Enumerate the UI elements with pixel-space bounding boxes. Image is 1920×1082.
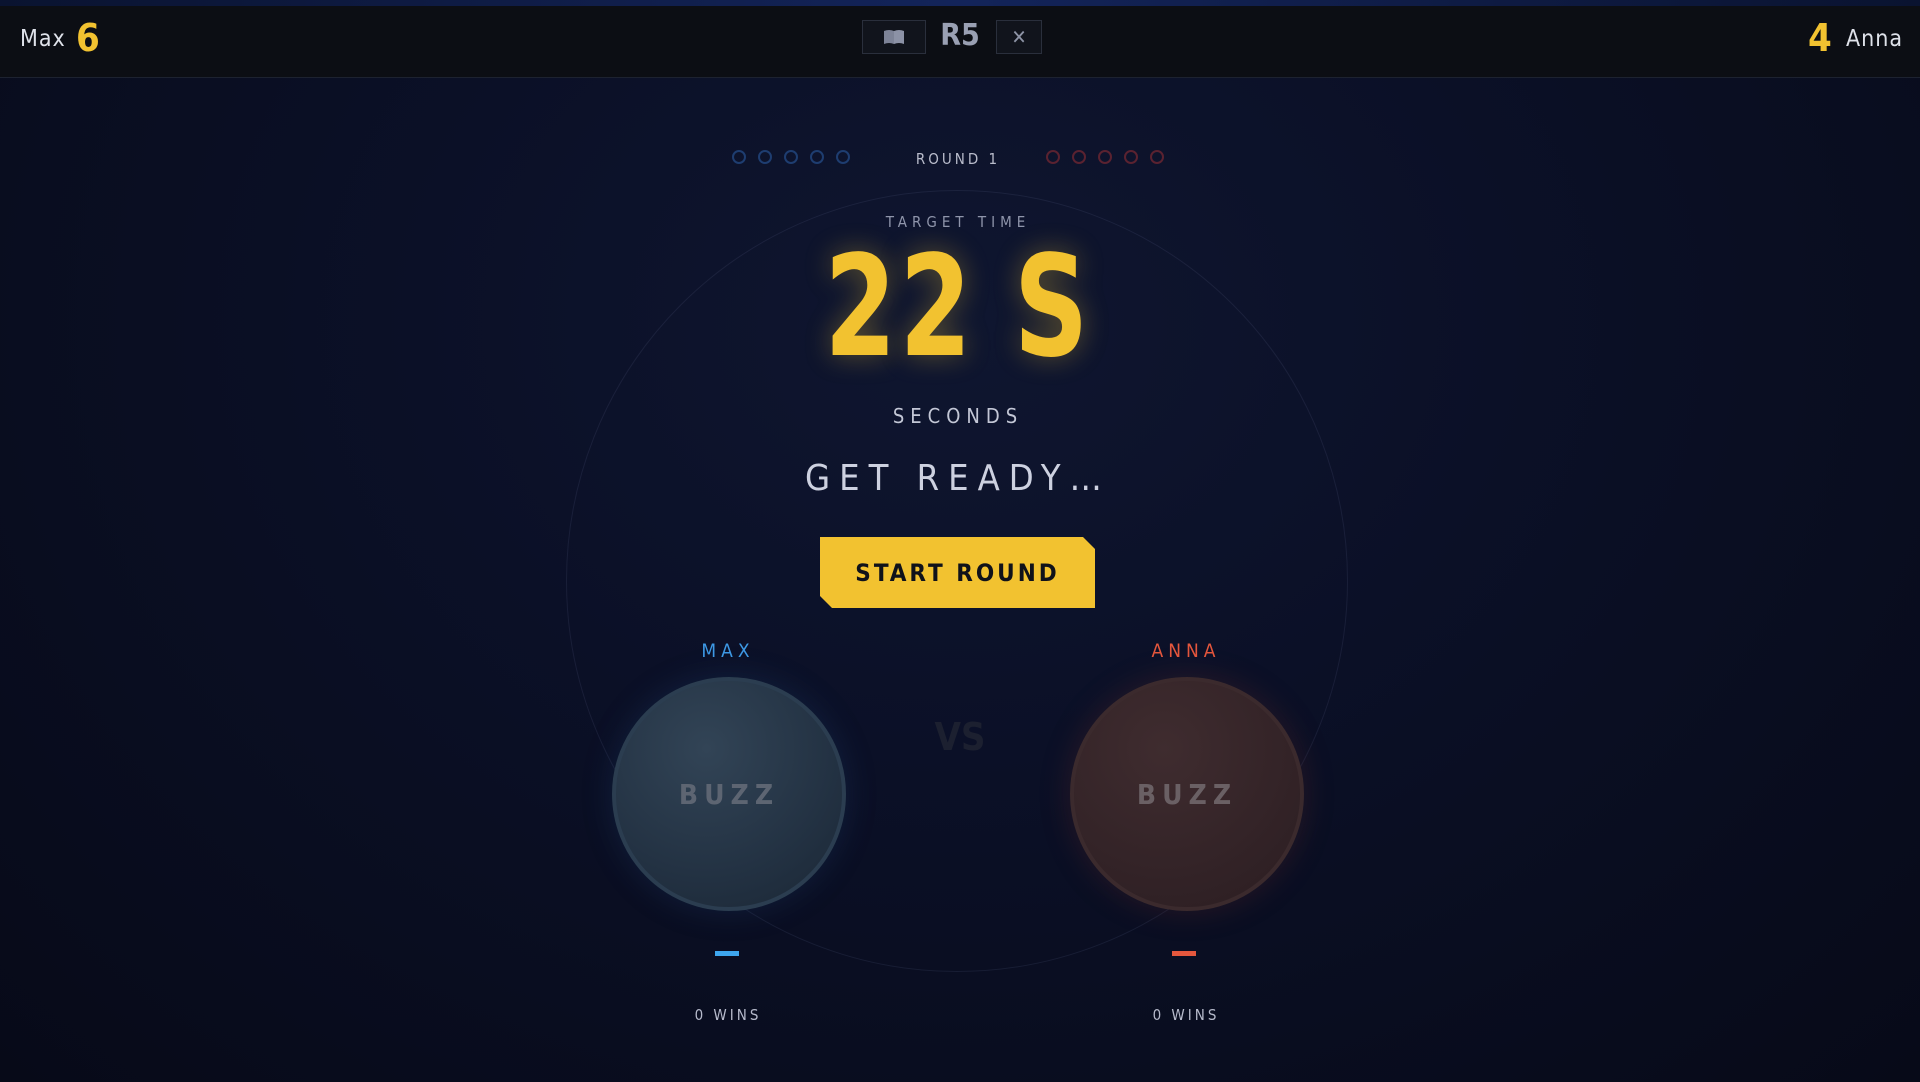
round-dot <box>1046 150 1060 164</box>
buzz-label: BUZZ <box>678 777 780 811</box>
right-player-name: Anna <box>1846 26 1904 52</box>
right-round-dots <box>1046 150 1164 164</box>
round-dot <box>810 150 824 164</box>
top-bar: Max 6 R5 ✕ 4 Anna <box>0 6 1920 78</box>
anna-buzz-button[interactable]: BUZZ <box>1070 677 1304 911</box>
round-dot <box>784 150 798 164</box>
left-player-name: Max <box>20 26 66 52</box>
player-max-label: MAX <box>701 640 755 662</box>
target-time-unit: SECONDS <box>892 404 1024 428</box>
round-dot <box>758 150 772 164</box>
max-wins: 0 WINS <box>694 1006 762 1024</box>
buzz-label: BUZZ <box>1136 777 1238 811</box>
close-icon: ✕ <box>1011 25 1027 49</box>
round-indicator: ROUND 1 <box>915 150 1001 168</box>
status-message: GET READY… <box>805 458 1111 499</box>
max-indicator-bar <box>715 951 739 956</box>
anna-wins: 0 WINS <box>1152 1006 1220 1024</box>
player-anna-label: ANNA <box>1151 640 1221 662</box>
left-player-score: 6 <box>76 16 100 60</box>
anna-indicator-bar <box>1172 951 1196 956</box>
book-icon <box>884 30 904 44</box>
round-dot <box>1072 150 1086 164</box>
round-dot <box>1124 150 1138 164</box>
close-button[interactable]: ✕ <box>996 20 1042 54</box>
versus-label: VS <box>934 715 986 759</box>
target-time-value: 22 S <box>824 226 1092 389</box>
left-round-dots <box>732 150 850 164</box>
start-round-button[interactable]: START ROUND <box>820 537 1095 608</box>
round-dot <box>1150 150 1164 164</box>
round-dot <box>836 150 850 164</box>
round-dot <box>1098 150 1112 164</box>
max-buzz-button[interactable]: BUZZ <box>612 677 846 911</box>
right-player-score: 4 <box>1808 16 1832 60</box>
round-dot <box>732 150 746 164</box>
rules-book-button[interactable] <box>862 20 926 54</box>
round-label: R5 <box>940 18 980 53</box>
